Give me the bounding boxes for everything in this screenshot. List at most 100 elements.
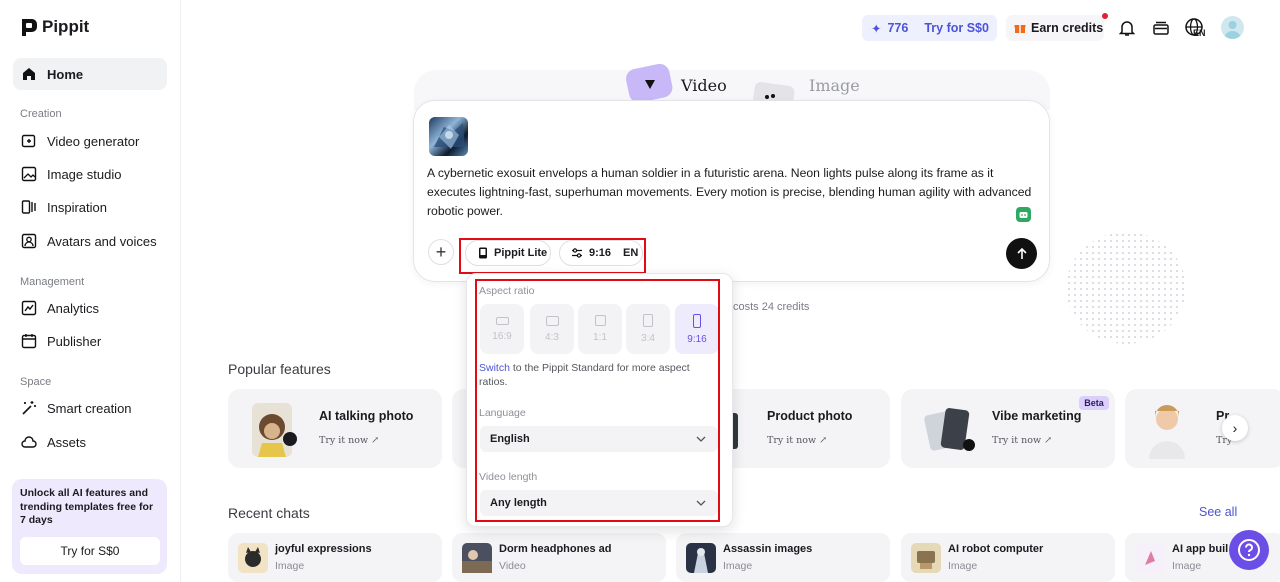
recent-chat-item[interactable]: Assassin images Image <box>676 533 890 582</box>
chat-type: Video <box>499 560 526 572</box>
user-avatar[interactable] <box>1221 16 1244 39</box>
sidebar-item-label: Assets <box>47 434 87 450</box>
language-code: EN <box>1193 28 1206 38</box>
avatar-icon <box>21 233 37 249</box>
highlight-box-popup <box>475 279 720 522</box>
section-label-management: Management <box>20 276 85 288</box>
sidebar-item-video-generator[interactable]: Video generator <box>13 125 167 157</box>
decorative-dots <box>1066 232 1186 344</box>
tab-video[interactable]: Video <box>681 76 727 95</box>
feature-title: AI talking photo <box>319 409 414 423</box>
robot-computer-image <box>917 551 935 569</box>
sidebar-item-publisher[interactable]: Publisher <box>13 325 167 357</box>
sidebar-item-assets[interactable]: Assets <box>13 426 167 458</box>
promo-try-button[interactable]: Try for S$0 <box>20 537 160 565</box>
feature-try-link[interactable]: Try it now ↗ <box>767 435 827 446</box>
add-attachment-button[interactable]: + <box>428 239 454 265</box>
pippit-logo-icon <box>22 19 37 36</box>
try-button[interactable]: Try for S$0 <box>924 21 989 35</box>
promo-text: Unlock all AI features and trending temp… <box>20 487 154 526</box>
credits-count: 776 <box>887 21 909 35</box>
reference-image-thumbnail[interactable] <box>429 117 468 156</box>
question-icon <box>1238 539 1260 561</box>
beta-badge: Beta <box>1079 396 1109 410</box>
monkey-image <box>252 403 297 457</box>
sidebar-item-smart-creation[interactable]: Smart creation <box>13 392 167 424</box>
feature-title: Vibe marketing <box>992 409 1082 423</box>
chat-title: AI robot computer <box>948 543 1044 555</box>
recent-chat-item[interactable]: Dorm headphones ad Video <box>452 533 666 582</box>
brand-name: Pippit <box>42 17 90 36</box>
robot-image <box>434 123 465 149</box>
sidebar-item-label: Image studio <box>47 166 122 182</box>
headphones-image <box>462 550 492 573</box>
bell-icon[interactable] <box>1117 18 1137 38</box>
feature-card-partial[interactable]: Pr Try <box>1125 389 1280 468</box>
prompt-text[interactable]: A cybernetic exosuit envelops a human so… <box>427 164 1037 221</box>
feature-try-link[interactable]: Try it now ↗ <box>319 435 379 446</box>
tab-image[interactable]: Image <box>809 76 860 95</box>
sidebar-item-label: Video generator <box>47 133 140 149</box>
video-tab-icon[interactable] <box>625 62 675 102</box>
sidebar-item-inspiration[interactable]: Inspiration <box>13 191 167 223</box>
carousel-next-button[interactable]: › <box>1222 415 1248 441</box>
sidebar-item-label: Publisher <box>47 333 102 349</box>
analytics-icon <box>21 300 37 316</box>
layers-icon[interactable] <box>1151 18 1171 38</box>
feature-title: Product photo <box>767 409 853 423</box>
earn-credits-button[interactable]: Earn credits <box>1006 15 1104 41</box>
sidebar-item-label: Analytics <box>47 300 100 316</box>
cloud-icon <box>21 436 37 448</box>
chat-type: Image <box>723 560 753 572</box>
promo-card: Unlock all AI features and trending temp… <box>12 479 167 574</box>
calendar-icon <box>21 334 37 349</box>
send-button[interactable] <box>1006 238 1037 269</box>
image-icon <box>21 166 37 182</box>
plus-icon: + <box>435 241 447 262</box>
chat-title: Assassin images <box>723 543 813 555</box>
sidebar-item-label: Avatars and voices <box>47 233 157 249</box>
sidebar-item-home[interactable]: Home <box>13 58 167 90</box>
user-avatar-icon <box>1224 21 1241 39</box>
chat-title: joyful expressions <box>275 543 372 555</box>
feature-card-talking-photo[interactable]: AI talking photo Try it now ↗ <box>228 389 442 468</box>
sidebar-item-label: Inspiration <box>47 199 107 215</box>
assistant-icon[interactable] <box>1016 207 1031 222</box>
sidebar-item-avatars-voices[interactable]: Avatars and voices <box>13 225 167 257</box>
cat-image <box>245 547 261 567</box>
app-builder-image <box>1145 551 1155 565</box>
woman-image <box>1149 405 1185 459</box>
recent-chats-title: Recent chats <box>228 505 310 521</box>
chat-title: Dorm headphones ad <box>499 543 612 555</box>
video-plus-icon <box>21 134 36 148</box>
cost-text: costs 24 credits <box>733 301 810 313</box>
sidebar-item-image-studio[interactable]: Image studio <box>13 158 167 190</box>
highlight-box-settings <box>459 238 646 274</box>
feature-try-link[interactable]: Try it now ↗ <box>992 435 1052 446</box>
sidebar-item-analytics[interactable]: Analytics <box>13 292 167 324</box>
pippit-logo[interactable]: Pippit <box>20 17 89 37</box>
section-label-creation: Creation <box>20 108 62 120</box>
home-icon <box>23 68 35 80</box>
magic-wand-icon <box>22 401 36 415</box>
chat-type: Image <box>275 560 305 572</box>
chat-thumbnail <box>1135 543 1165 573</box>
credits-pill[interactable]: ✦ 776 Try for S$0 <box>862 15 997 41</box>
recent-chat-item[interactable]: AI robot computer Image <box>901 533 1115 582</box>
earn-credits-label: Earn credits <box>1031 21 1104 35</box>
help-button[interactable] <box>1229 530 1269 570</box>
see-all-link[interactable]: See all <box>1199 505 1237 519</box>
inspiration-icon <box>21 200 36 214</box>
vibe-marketing-image <box>924 408 975 451</box>
chevron-right-icon: › <box>1232 420 1238 436</box>
sidebar: Pippit Home Creation Video generator Ima… <box>0 0 181 582</box>
sidebar-item-label: Home <box>47 66 84 82</box>
chat-type: Image <box>948 560 978 572</box>
sidebar-item-label: Smart creation <box>47 400 132 416</box>
chat-thumbnail <box>686 543 716 573</box>
recent-chat-item[interactable]: joyful expressions Image <box>228 533 442 582</box>
chat-type: Image <box>1172 560 1202 572</box>
assassin-image <box>694 548 708 573</box>
notification-dot <box>1102 13 1108 19</box>
arrow-up-icon <box>1016 247 1027 259</box>
